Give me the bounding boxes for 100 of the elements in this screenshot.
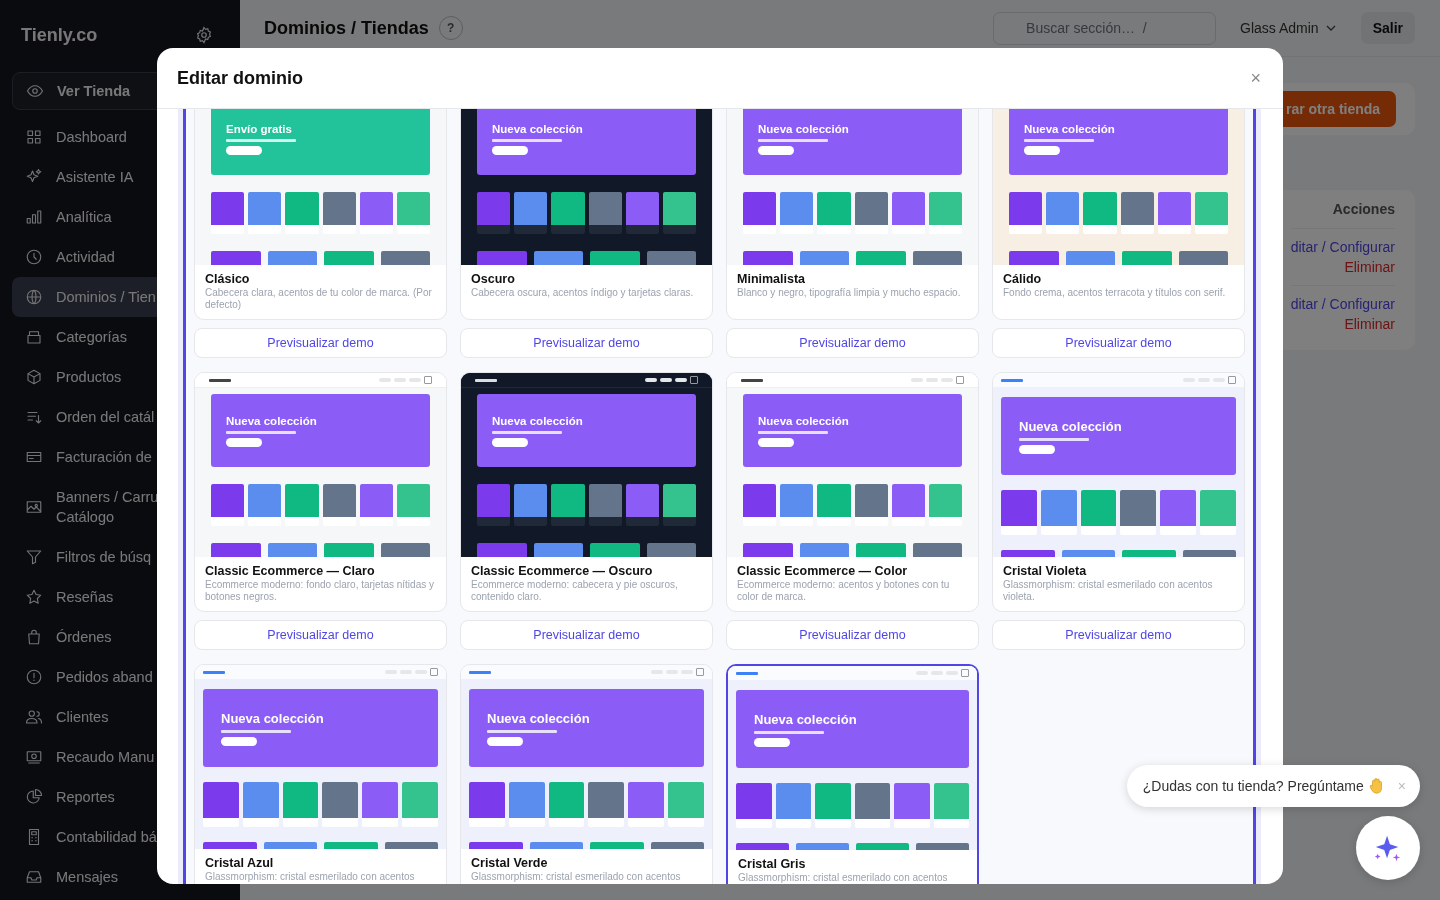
category-tile (514, 192, 548, 234)
theme-name: Cristal Violeta (1003, 564, 1088, 578)
eye-icon (26, 82, 44, 100)
placeholder-line (209, 378, 231, 382)
preview-demo-button[interactable]: Previsualizar demo (460, 620, 713, 650)
logo-text: Tienly.co (21, 24, 98, 46)
category-tile (548, 782, 585, 827)
preview-demo-button[interactable]: Previsualizar demo (194, 620, 447, 650)
category-tile (780, 192, 814, 234)
hero-title: Nueva colección (758, 414, 850, 427)
category-tile (322, 782, 359, 827)
category-tile (815, 783, 851, 828)
theme-card[interactable]: Envío gratis Clásico Cabecera clara, acentos de tu color de marca. (Por defecto) (194, 109, 447, 320)
hero-title: Nueva colección (492, 122, 584, 135)
category-tile (551, 484, 585, 526)
category-tile (211, 484, 245, 526)
category-tile (854, 192, 888, 234)
category-tile (362, 782, 399, 827)
category-tile (1200, 490, 1236, 535)
category-tile (743, 192, 777, 234)
hero-button (1024, 145, 1060, 155)
theme-card[interactable]: Nueva colección Cálido Fondo crema, acentos terracota y títulos con serif. (992, 109, 1245, 320)
category-tile (854, 783, 890, 828)
close-button[interactable]: × (1246, 67, 1265, 89)
category-tile (359, 192, 393, 234)
menu-icon (690, 376, 698, 384)
product-thumbnail (590, 251, 640, 265)
users-icon (25, 708, 43, 726)
theme-card[interactable]: Nueva colección Minimalista Blanco y negro, tipografía limpia y mucho espacio. (726, 109, 979, 320)
placeholder-line (736, 671, 758, 675)
preview-demo-button[interactable]: Previsualizar demo (726, 328, 979, 358)
product-thumbnail (324, 251, 374, 265)
category-tile (248, 192, 282, 234)
placeholder-line (487, 729, 557, 733)
nav-pill (645, 378, 657, 382)
globe-icon (25, 288, 43, 306)
preview-demo-button[interactable]: Previsualizar demo (194, 328, 447, 358)
theme-card[interactable]: Nueva colección Cristal Azul Glassmorphism: cristal esmerilado con acentos (194, 664, 447, 884)
product-thumbnail (856, 543, 906, 557)
category-tile (662, 484, 696, 526)
category-tile (1009, 192, 1043, 234)
theme-name: Classic Ecommerce — Oscuro (471, 564, 654, 578)
theme-name: Minimalista (737, 272, 807, 286)
theme-description: Glassmorphism: cristal esmerilado con acentos violeta. (1003, 579, 1214, 603)
logout-button[interactable]: Salir (1360, 12, 1415, 44)
placeholder-line (469, 670, 491, 674)
star-icon (25, 588, 43, 606)
hero-button (492, 145, 528, 155)
category-tile (1160, 490, 1197, 535)
delete-link[interactable]: Eliminar (1344, 314, 1395, 334)
category-tile (817, 192, 851, 234)
category-tile (285, 484, 319, 526)
category-tile (1040, 490, 1077, 535)
category-tile (668, 782, 704, 827)
preview-demo-button[interactable]: Previsualizar demo (992, 328, 1245, 358)
category-tile (743, 484, 777, 526)
category-tile (514, 484, 548, 526)
category-tile (928, 484, 962, 526)
theme-description: Fondo crema, acentos terracota y títulos con serif. (1003, 287, 1227, 299)
theme-name: Cristal Gris (738, 857, 807, 871)
placeholder-line (226, 430, 296, 434)
theme-card[interactable]: Nueva colección Cristal Violeta Glassmorphism: cristal esmerilado con acentos violeta. (992, 372, 1245, 612)
theme-card[interactable]: Nueva colección Cristal Gris Glassmorphism: cristal esmerilado con acentos (726, 664, 979, 884)
preview-demo-button[interactable]: Previsualizar demo (726, 620, 979, 650)
menu-icon (1228, 376, 1236, 384)
category-tile (1120, 192, 1154, 234)
placeholder-line (741, 378, 763, 382)
theme-card[interactable]: Nueva colección Classic Ecommerce — Color Ecommerce moderno: acentos y botones con tu color de marca. (726, 372, 979, 612)
product-thumbnail (1065, 251, 1115, 265)
theme-description: Ecommerce moderno: cabecera y pie oscuros, contenido claro. (471, 579, 679, 603)
hero-title: Nueva colección (754, 711, 858, 727)
theme-card[interactable]: Nueva colección Classic Ecommerce — Oscuro Ecommerce moderno: cabecera y pie oscuros, contenido claro. (460, 372, 713, 612)
category-tile (282, 782, 319, 827)
chat-bubble[interactable]: ¿Dudas con tu tienda? Pregúntame × (1126, 765, 1420, 807)
hero-button (226, 437, 262, 447)
category-tile (588, 484, 622, 526)
theme-description: Glassmorphism: cristal esmerilado con acentos (471, 871, 682, 883)
delete-link[interactable]: Eliminar (1344, 257, 1395, 277)
preview-demo-button[interactable]: Previsualizar demo (992, 620, 1245, 650)
user-menu[interactable]: Glass Admin (1240, 20, 1337, 36)
theme-card[interactable]: Nueva colección Oscuro Cabecera oscura, acentos índigo y tarjetas claras. (460, 109, 713, 320)
theme-name: Cristal Verde (471, 856, 549, 870)
category-tile (211, 192, 245, 234)
product-thumbnail (380, 543, 430, 557)
edit-link[interactable]: ditar / Configurar (1290, 237, 1395, 257)
category-tile (588, 782, 625, 827)
search-field[interactable]: Buscar sección… / (993, 11, 1217, 45)
hero-button (487, 736, 523, 746)
image-icon (25, 498, 43, 516)
cash-icon (25, 748, 43, 766)
edit-link[interactable]: ditar / Configurar (1290, 294, 1395, 314)
category-tile (508, 782, 545, 827)
theme-card[interactable]: Nueva colección Cristal Verde Glassmorphism: cristal esmerilado con acentos (460, 664, 713, 884)
settings-icon[interactable] (195, 26, 213, 44)
theme-card[interactable]: Nueva colección Classic Ecommerce — Claro Ecommerce moderno: fondo claro, tarjetas nítidas y botones negros. (194, 372, 447, 612)
category-tile (1194, 192, 1228, 234)
hero-title: Nueva colección (226, 414, 318, 427)
preview-demo-button[interactable]: Previsualizar demo (460, 328, 713, 358)
category-tile (1120, 490, 1157, 535)
product-thumbnail (1122, 251, 1172, 265)
